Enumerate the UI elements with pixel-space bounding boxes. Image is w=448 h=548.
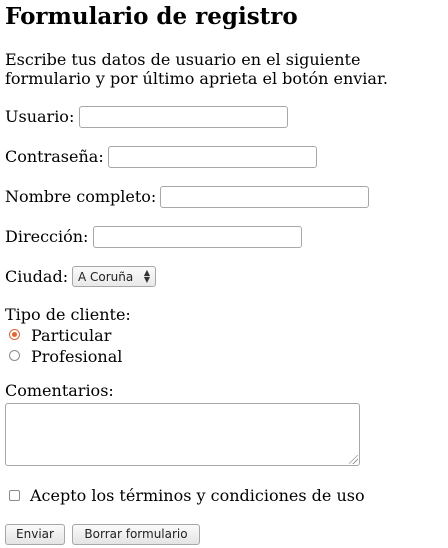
radio-profesional-label: Profesional <box>31 347 123 366</box>
comentarios-textarea[interactable] <box>5 403 360 466</box>
ciudad-select[interactable]: A Coruña ▲ ▼ <box>72 266 156 287</box>
ciudad-label: Ciudad: <box>5 267 69 286</box>
usuario-input[interactable] <box>79 106 288 128</box>
intro-text: Escribe tus datos de usuario en el sigui… <box>5 50 388 88</box>
contrasena-input[interactable] <box>108 146 317 168</box>
direccion-label: Dirección: <box>5 227 89 246</box>
comentarios-label: Comentarios: <box>5 381 114 400</box>
submit-button[interactable]: Enviar <box>5 524 65 545</box>
usuario-label: Usuario: <box>5 107 75 126</box>
tipo-cliente-label: Tipo de cliente: <box>5 305 131 324</box>
terminos-label: Acepto los términos y condiciones de uso <box>30 486 365 505</box>
radio-particular-label: Particular <box>31 326 112 345</box>
radio-profesional[interactable] <box>9 350 20 361</box>
nombre-input[interactable] <box>160 186 369 208</box>
radio-particular[interactable] <box>9 329 20 340</box>
nombre-label: Nombre completo: <box>5 187 157 206</box>
direccion-input[interactable] <box>93 226 302 248</box>
contrasena-label: Contraseña: <box>5 147 104 166</box>
page-title: Formulario de registro <box>5 3 298 30</box>
ciudad-selected-value: A Coruña <box>78 270 134 284</box>
resize-grip-icon[interactable] <box>349 455 358 464</box>
terminos-checkbox[interactable] <box>9 490 20 501</box>
reset-button[interactable]: Borrar formulario <box>72 524 200 545</box>
up-down-arrows-icon: ▲ ▼ <box>143 268 150 284</box>
